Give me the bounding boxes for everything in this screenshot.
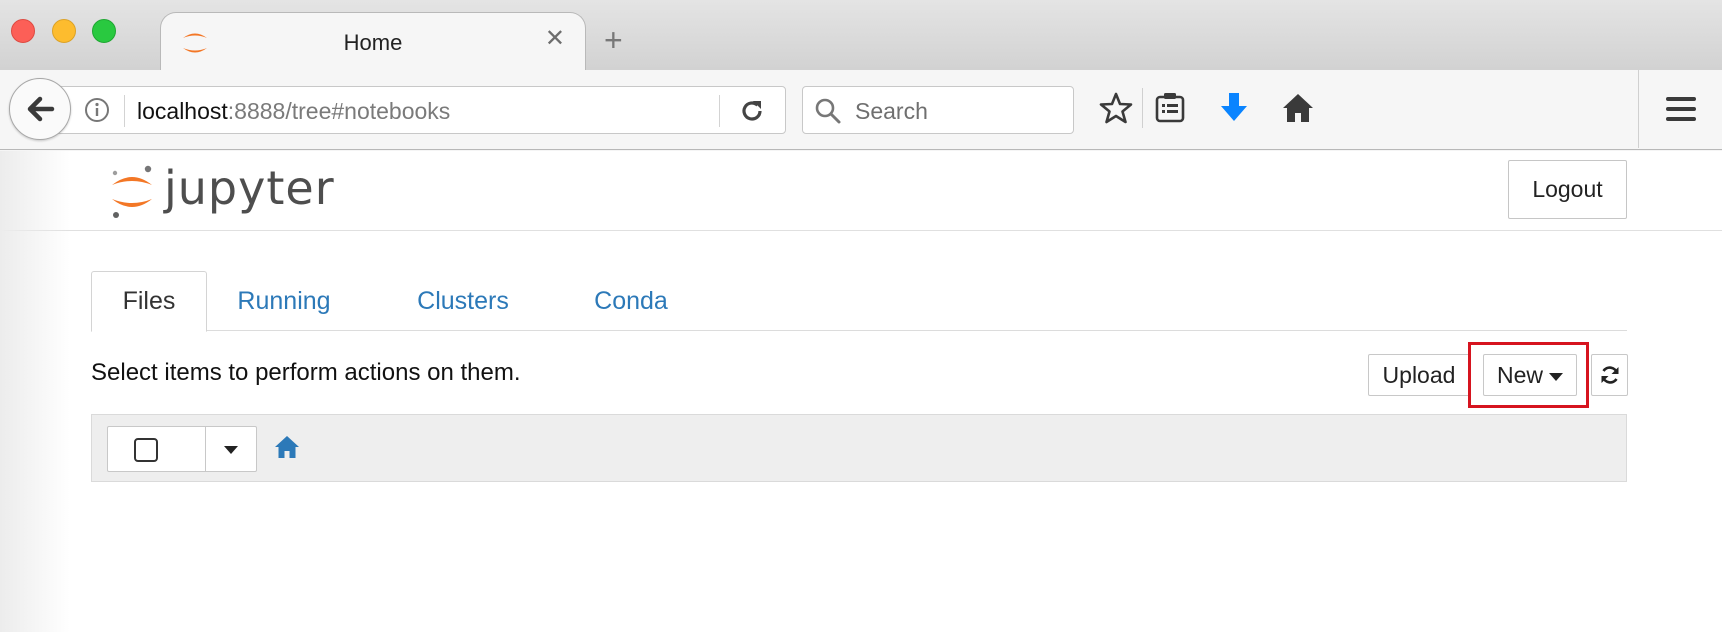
address-bar-divider xyxy=(719,95,720,127)
browser-tab-strip: Home ✕ + xyxy=(0,0,1722,72)
toolbar-divider xyxy=(1142,88,1143,128)
tab-running[interactable]: Running xyxy=(225,271,343,331)
jupyter-logo-icon[interactable] xyxy=(108,163,156,221)
jupyter-logo-text[interactable]: jupyter xyxy=(164,161,335,215)
select-all-dropdown[interactable] xyxy=(107,426,257,472)
file-list-header xyxy=(91,414,1627,482)
jupyter-page: jupyter Logout Files Running Clusters Co… xyxy=(0,151,1722,632)
address-bar-url[interactable]: localhost:8888/tree#notebooks xyxy=(137,98,450,125)
toolbar-divider xyxy=(1638,70,1639,148)
jupyter-header: jupyter Logout xyxy=(0,151,1722,231)
browser-tab-title: Home xyxy=(343,30,403,55)
logout-button[interactable]: Logout xyxy=(1508,160,1627,219)
reading-list-icon[interactable] xyxy=(1152,90,1188,126)
url-path: :8888/tree#notebooks xyxy=(227,98,451,124)
selection-hint: Select items to perform actions on them. xyxy=(91,359,521,386)
close-tab-icon[interactable]: ✕ xyxy=(545,27,565,51)
window-close-button[interactable] xyxy=(11,19,35,43)
home-breadcrumb-icon[interactable] xyxy=(274,435,300,459)
back-arrow-icon xyxy=(27,96,55,122)
back-button[interactable] xyxy=(9,78,71,140)
dashboard-tabs: Files Running Clusters Conda xyxy=(91,271,1627,332)
address-bar-divider xyxy=(124,95,125,127)
upload-button[interactable]: Upload xyxy=(1368,354,1470,396)
tab-files[interactable]: Files xyxy=(91,271,207,332)
new-tab-icon[interactable]: + xyxy=(604,24,623,56)
refresh-icon xyxy=(1601,366,1618,384)
search-placeholder: Search xyxy=(855,98,928,124)
refresh-button[interactable] xyxy=(1591,354,1628,396)
tab-clusters[interactable]: Clusters xyxy=(403,271,523,331)
page-edge-shadow xyxy=(0,151,70,632)
caret-down-icon[interactable] xyxy=(224,446,238,454)
bookmark-star-icon[interactable] xyxy=(1098,90,1134,126)
new-button-highlight xyxy=(1468,342,1589,408)
address-bar[interactable]: localhost:8888/tree#notebooks xyxy=(46,86,786,134)
window-zoom-button[interactable] xyxy=(92,19,116,43)
downloads-icon[interactable] xyxy=(1216,90,1252,126)
search-icon xyxy=(815,98,841,124)
url-host: localhost xyxy=(137,98,228,124)
browser-navigation-bar: localhost:8888/tree#notebooks Search xyxy=(0,70,1722,150)
select-divider xyxy=(205,427,206,471)
tab-conda[interactable]: Conda xyxy=(569,271,693,331)
select-all-checkbox[interactable] xyxy=(134,438,158,462)
hamburger-menu-icon[interactable] xyxy=(1664,92,1698,126)
info-icon[interactable] xyxy=(83,96,111,124)
reload-icon[interactable] xyxy=(737,96,767,126)
window-minimize-button[interactable] xyxy=(52,19,76,43)
home-icon[interactable] xyxy=(1280,90,1316,126)
search-bar[interactable]: Search xyxy=(802,86,1074,134)
browser-tab-home[interactable]: Home ✕ xyxy=(160,12,586,72)
